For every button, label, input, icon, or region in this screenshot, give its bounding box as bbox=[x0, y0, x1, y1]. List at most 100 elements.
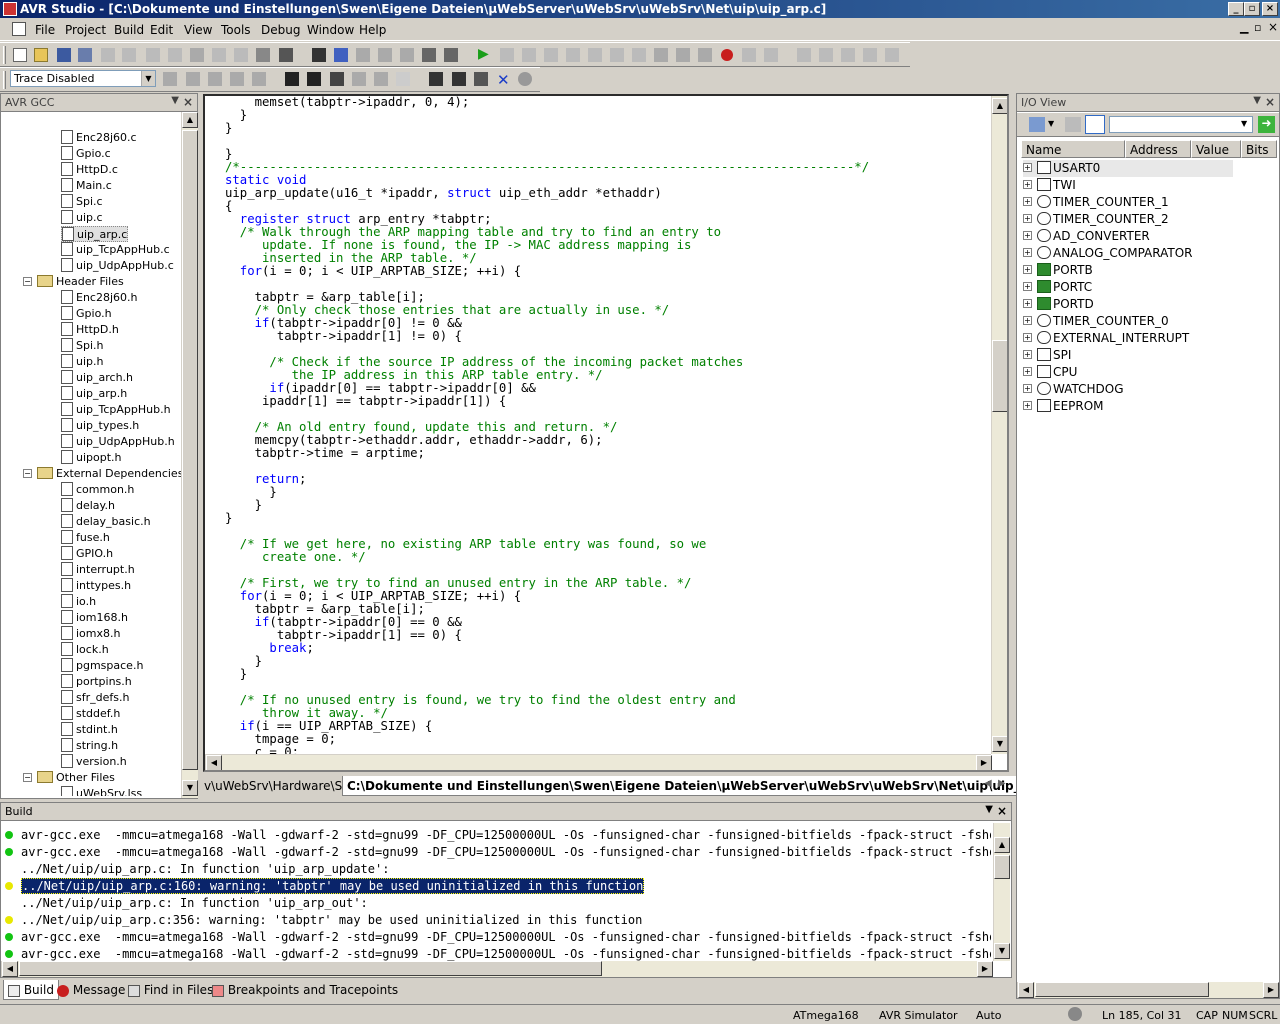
io-select-icon[interactable] bbox=[1029, 117, 1045, 132]
tree-file-item[interactable]: io.h bbox=[61, 594, 96, 610]
scroll-up-icon[interactable]: ▲ bbox=[182, 112, 198, 128]
code-line[interactable]: ipaddr[1] == tabptr->ipaddr[1]) { bbox=[225, 395, 869, 408]
tree-file-item[interactable]: Spi.h bbox=[61, 338, 104, 354]
expand-icon[interactable]: + bbox=[1023, 265, 1032, 274]
tree-file-item[interactable]: uip_types.h bbox=[61, 418, 139, 434]
indent-icon[interactable] bbox=[422, 48, 436, 62]
code-line[interactable]: break; bbox=[225, 642, 869, 655]
tree-file-item[interactable]: stddef.h bbox=[61, 706, 120, 722]
scroll-thumb[interactable] bbox=[1035, 982, 1209, 997]
trace-icon[interactable] bbox=[163, 72, 177, 86]
tree-file-item[interactable]: Gpio.h bbox=[61, 306, 112, 322]
build-line[interactable]: ../Net/uip/uip_arp.c:160: warning: 'tabp… bbox=[5, 878, 645, 895]
mdi-close-icon[interactable]: × bbox=[1268, 20, 1278, 34]
panel-menu-icon[interactable]: ▼ bbox=[171, 95, 179, 106]
chevron-down-icon[interactable]: ▼ bbox=[1048, 119, 1054, 128]
tab-breakpoints[interactable]: Breakpoints and Tracepoints bbox=[208, 980, 402, 1000]
tab-scroll-right-icon[interactable]: ▶ bbox=[998, 778, 1006, 789]
io-item[interactable]: + TWI bbox=[1023, 177, 1076, 194]
watch-window-icon[interactable] bbox=[885, 48, 899, 62]
code-line[interactable]: tmpage = 0; bbox=[225, 733, 869, 746]
tree-file-item[interactable]: stdint.h bbox=[61, 722, 118, 738]
expand-icon[interactable]: + bbox=[1023, 231, 1032, 240]
windows-icon[interactable] bbox=[256, 48, 270, 62]
scroll-right-icon[interactable]: ▶ bbox=[1263, 982, 1279, 998]
io-item[interactable]: + USART0 bbox=[1023, 160, 1233, 177]
save-all-icon[interactable] bbox=[78, 48, 92, 62]
io-item[interactable]: + WATCHDOG bbox=[1023, 381, 1124, 398]
tree-file-item[interactable]: uip.c bbox=[61, 210, 103, 226]
code-line[interactable]: memset(tabptr->ipaddr, 0, 4); bbox=[225, 96, 869, 109]
code-line[interactable]: } bbox=[225, 655, 869, 668]
tree-file-item[interactable]: uip_arp.h bbox=[61, 386, 127, 402]
scroll-left-icon[interactable]: ◀ bbox=[1018, 982, 1034, 998]
tree-file-item[interactable]: uipopt.h bbox=[61, 450, 122, 466]
expand-icon[interactable]: + bbox=[1023, 350, 1032, 359]
build-vscrollbar[interactable]: ▲ ▼ bbox=[993, 823, 1010, 961]
open-folder-icon[interactable] bbox=[34, 48, 48, 62]
scroll-left-icon[interactable]: ◀ bbox=[2, 961, 18, 977]
tree-folder-other-files[interactable]: − Other Files bbox=[23, 770, 115, 786]
tool-icon[interactable] bbox=[279, 48, 293, 62]
build-line[interactable]: avr-gcc.exe -mmcu=atmega168 -Wall -gdwar… bbox=[5, 827, 991, 844]
chip-icon[interactable] bbox=[330, 72, 344, 86]
scroll-down-icon[interactable]: ▼ bbox=[992, 736, 1007, 752]
scroll-left-icon[interactable]: ◀ bbox=[206, 755, 222, 770]
trace-clear-icon[interactable] bbox=[186, 72, 200, 86]
io-item[interactable]: + TIMER_COUNTER_0 bbox=[1023, 313, 1169, 330]
save-icon[interactable] bbox=[57, 48, 71, 62]
code-line[interactable]: } bbox=[225, 109, 869, 122]
tree-file-item[interactable]: fuse.h bbox=[61, 530, 110, 546]
io-item[interactable]: + TIMER_COUNTER_2 bbox=[1023, 211, 1169, 228]
menu-tools[interactable]: Tools bbox=[221, 23, 251, 37]
tree-file-item[interactable]: Enc28j60.h bbox=[61, 290, 138, 306]
chevron-down-icon[interactable]: ▼ bbox=[1241, 119, 1247, 128]
menu-file[interactable]: File bbox=[35, 23, 55, 37]
find-icon[interactable] bbox=[312, 48, 326, 62]
bookmark-next-icon[interactable] bbox=[378, 48, 392, 62]
tab-find-in-files[interactable]: Find in Files bbox=[124, 980, 217, 1000]
tree-folder-header-files[interactable]: − Header Files bbox=[23, 274, 124, 290]
trace-select[interactable]: Trace Disabled ▼ bbox=[10, 70, 156, 87]
code-editor[interactable]: memset(tabptr->ipaddr, 0, 4); }}}/*-----… bbox=[203, 94, 1009, 772]
tree-file-item[interactable]: common.h bbox=[61, 482, 134, 498]
collapse-icon[interactable]: − bbox=[23, 468, 32, 478]
disassembly-icon[interactable] bbox=[698, 48, 712, 62]
build-line[interactable]: ../Net/uip/uip_arp.c: In function 'uip_a… bbox=[5, 861, 389, 878]
tree-file-item[interactable]: version.h bbox=[61, 754, 127, 770]
printer-icon[interactable] bbox=[190, 48, 204, 62]
program-icon[interactable] bbox=[352, 72, 366, 86]
code-line[interactable]: } bbox=[225, 122, 869, 135]
tab-build[interactable]: Build bbox=[3, 980, 59, 1000]
memory-icon[interactable] bbox=[797, 48, 811, 62]
code-line[interactable]: } bbox=[225, 512, 869, 525]
build-line[interactable]: avr-gcc.exe -mmcu=atmega168 -Wall -gdwar… bbox=[5, 844, 991, 861]
paste-icon[interactable] bbox=[146, 48, 160, 62]
step-over-icon[interactable] bbox=[588, 48, 602, 62]
stack-icon[interactable] bbox=[474, 72, 488, 86]
panel-menu-icon[interactable]: ▼ bbox=[985, 804, 993, 815]
expand-icon[interactable]: + bbox=[1023, 214, 1032, 223]
expand-icon[interactable]: + bbox=[1023, 367, 1032, 376]
tree-file-item[interactable]: uip_TcpAppHub.h bbox=[61, 402, 171, 418]
step-out-icon[interactable] bbox=[610, 48, 624, 62]
expand-icon[interactable]: + bbox=[1023, 316, 1032, 325]
io-item[interactable]: + PORTB bbox=[1023, 262, 1093, 279]
tree-file-item[interactable]: uip_arp.c bbox=[61, 226, 129, 242]
panel-close-icon[interactable]: × bbox=[997, 804, 1007, 818]
scroll-up-icon[interactable]: ▲ bbox=[992, 98, 1007, 114]
trace-step-icon[interactable] bbox=[208, 72, 222, 86]
code-line[interactable] bbox=[225, 460, 869, 473]
menu-view[interactable]: View bbox=[184, 23, 212, 37]
io-item[interactable]: + CPU bbox=[1023, 364, 1077, 381]
io-item[interactable]: + PORTD bbox=[1023, 296, 1094, 313]
tree-file-item[interactable]: iomx8.h bbox=[61, 626, 120, 642]
bookmark-prev-icon[interactable] bbox=[400, 48, 414, 62]
scroll-thumb[interactable] bbox=[992, 340, 1007, 412]
tree-file-item[interactable]: delay.h bbox=[61, 498, 115, 514]
collapse-icon[interactable]: − bbox=[23, 276, 32, 286]
bookmark-icon[interactable] bbox=[356, 48, 370, 62]
tree-file-item[interactable]: Enc28j60.c bbox=[61, 130, 137, 146]
code-line[interactable]: create one. */ bbox=[225, 551, 869, 564]
scroll-thumb[interactable] bbox=[19, 961, 602, 976]
